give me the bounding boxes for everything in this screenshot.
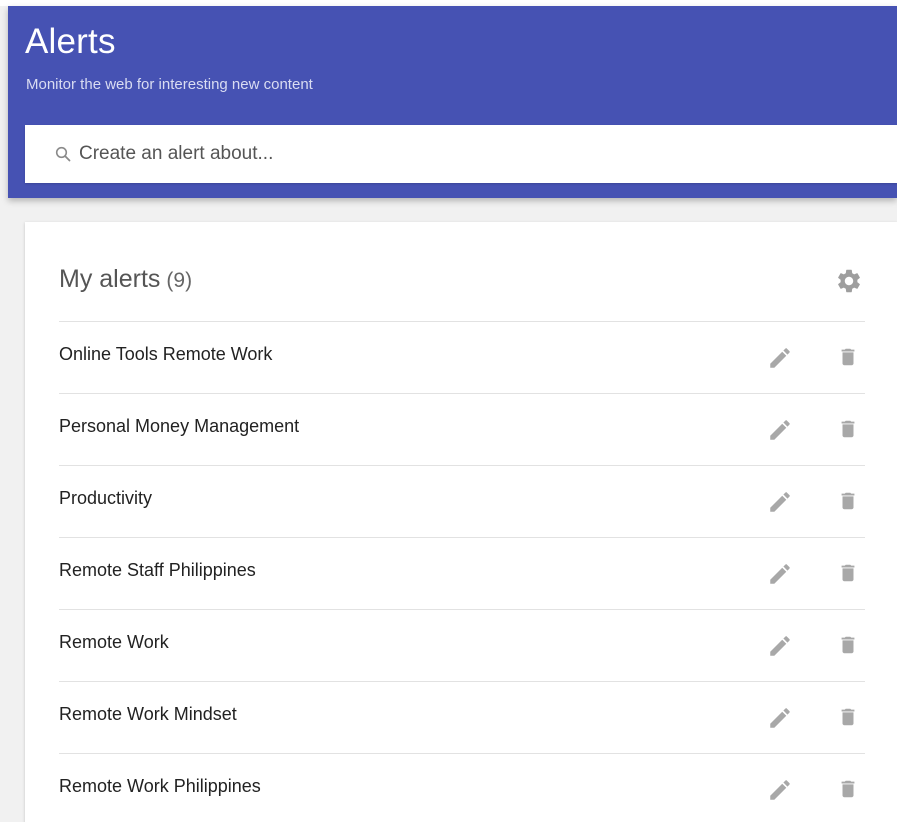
pencil-icon[interactable]	[767, 345, 793, 371]
gear-icon[interactable]	[835, 267, 863, 295]
my-alerts-heading: My alerts (9)	[59, 265, 192, 294]
app-header: Alerts Monitor the web for interesting n…	[8, 6, 897, 198]
trash-icon[interactable]	[837, 704, 859, 730]
pencil-icon[interactable]	[767, 417, 793, 443]
pencil-icon[interactable]	[767, 705, 793, 731]
pencil-icon[interactable]	[767, 777, 793, 803]
alert-item[interactable]: Online Tools Remote Work	[59, 321, 865, 393]
alert-item[interactable]: Productivity	[59, 465, 865, 537]
page-title: Alerts	[25, 22, 116, 61]
alert-item[interactable]: Personal Money Management	[59, 393, 865, 465]
alert-label[interactable]: Productivity	[59, 488, 152, 509]
trash-icon[interactable]	[837, 776, 859, 802]
alert-item[interactable]: Remote Work	[59, 609, 865, 681]
alert-label[interactable]: Remote Work Mindset	[59, 704, 237, 725]
pencil-icon[interactable]	[767, 489, 793, 515]
pencil-icon[interactable]	[767, 633, 793, 659]
trash-icon[interactable]	[837, 344, 859, 370]
alert-label[interactable]: Remote Work Philippines	[59, 776, 261, 797]
search-box[interactable]	[25, 125, 897, 183]
trash-icon[interactable]	[837, 488, 859, 514]
alerts-page: Alerts Monitor the web for interesting n…	[0, 0, 897, 822]
alert-list: Online Tools Remote Work Personal Money …	[59, 321, 865, 822]
trash-icon[interactable]	[837, 416, 859, 442]
my-alerts-count: (9)	[166, 269, 193, 292]
search-icon	[55, 146, 71, 162]
alert-label[interactable]: Personal Money Management	[59, 416, 299, 437]
alert-item[interactable]: Remote Work Philippines	[59, 753, 865, 822]
create-alert-input[interactable]	[79, 125, 879, 183]
page-subtitle: Monitor the web for interesting new cont…	[26, 76, 313, 93]
alert-label[interactable]: Remote Work	[59, 632, 169, 653]
alert-label[interactable]: Remote Staff Philippines	[59, 560, 256, 581]
pencil-icon[interactable]	[767, 561, 793, 587]
trash-icon[interactable]	[837, 560, 859, 586]
my-alerts-card: My alerts (9) Online Tools Remote Work Pe…	[25, 222, 897, 822]
alert-label[interactable]: Online Tools Remote Work	[59, 344, 272, 365]
my-alerts-title: My alerts	[59, 265, 161, 293]
alert-item[interactable]: Remote Work Mindset	[59, 681, 865, 753]
alert-item[interactable]: Remote Staff Philippines	[59, 537, 865, 609]
trash-icon[interactable]	[837, 632, 859, 658]
